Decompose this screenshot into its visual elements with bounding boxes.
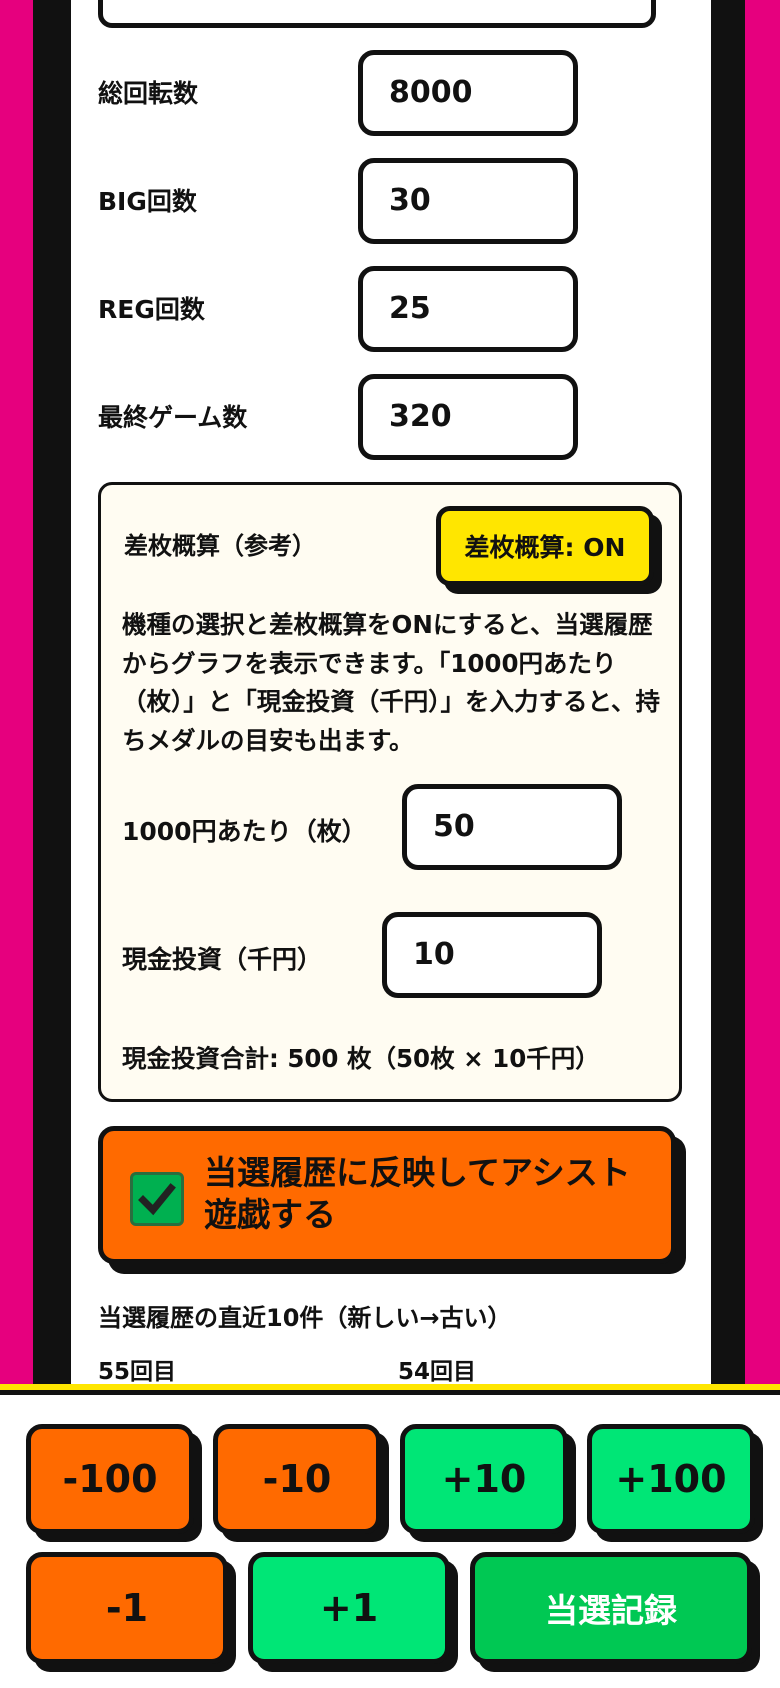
total-spins-input[interactable]: 8000: [358, 50, 578, 136]
per1000-input[interactable]: 50: [402, 784, 622, 870]
difference-estimate-description: 機種の選択と差枚概算をONにすると、当選履歴からグラフを表示できます。「1000…: [122, 610, 661, 755]
cash-investment-total: 現金投資合計: 500 枚（50枚 × 10千円）: [122, 1044, 600, 1073]
history-item: 54回目: [398, 1359, 477, 1385]
assist-play-label: 当選履歴に反映してアシスト 遊戯する: [204, 1152, 644, 1236]
minus-1-button[interactable]: -1: [26, 1552, 228, 1664]
history-item: 55回目: [98, 1359, 177, 1385]
total-spins-label: 総回転数: [98, 79, 199, 108]
difference-estimate-toggle[interactable]: 差枚概算: ON: [436, 506, 654, 586]
big-count-input[interactable]: 30: [358, 158, 578, 244]
minus-100-button[interactable]: -100: [26, 1424, 194, 1534]
history-heading: 当選履歴の直近10件（新しい→古い）: [98, 1304, 512, 1332]
per1000-label: 1000円あたり（枚）: [122, 817, 367, 846]
big-count-label: BIG回数: [98, 187, 197, 216]
keypad-top-black-line: [0, 1390, 780, 1395]
reg-count-label: REG回数: [98, 295, 205, 324]
checkmark-icon: [138, 1183, 176, 1216]
final-games-label: 最終ゲーム数: [98, 403, 248, 432]
difference-estimate-title: 差枚概算（参考）: [124, 532, 316, 560]
final-games-input[interactable]: 320: [358, 374, 578, 460]
plus-100-button[interactable]: +100: [587, 1424, 755, 1534]
plus-10-button[interactable]: +10: [400, 1424, 568, 1534]
assist-label-line2: 遊戯する: [204, 1195, 336, 1234]
top-partial-input[interactable]: [98, 0, 656, 28]
minus-10-button[interactable]: -10: [213, 1424, 381, 1534]
record-win-button[interactable]: 当選記録: [470, 1552, 752, 1664]
cash-investment-input[interactable]: 10: [382, 912, 602, 998]
cash-investment-label: 現金投資（千円）: [122, 945, 323, 974]
plus-1-button[interactable]: +1: [248, 1552, 450, 1664]
assist-checkbox[interactable]: [130, 1172, 184, 1226]
assist-label-line1: 当選履歴に反映してアシスト: [204, 1153, 631, 1192]
reg-count-input[interactable]: 25: [358, 266, 578, 352]
